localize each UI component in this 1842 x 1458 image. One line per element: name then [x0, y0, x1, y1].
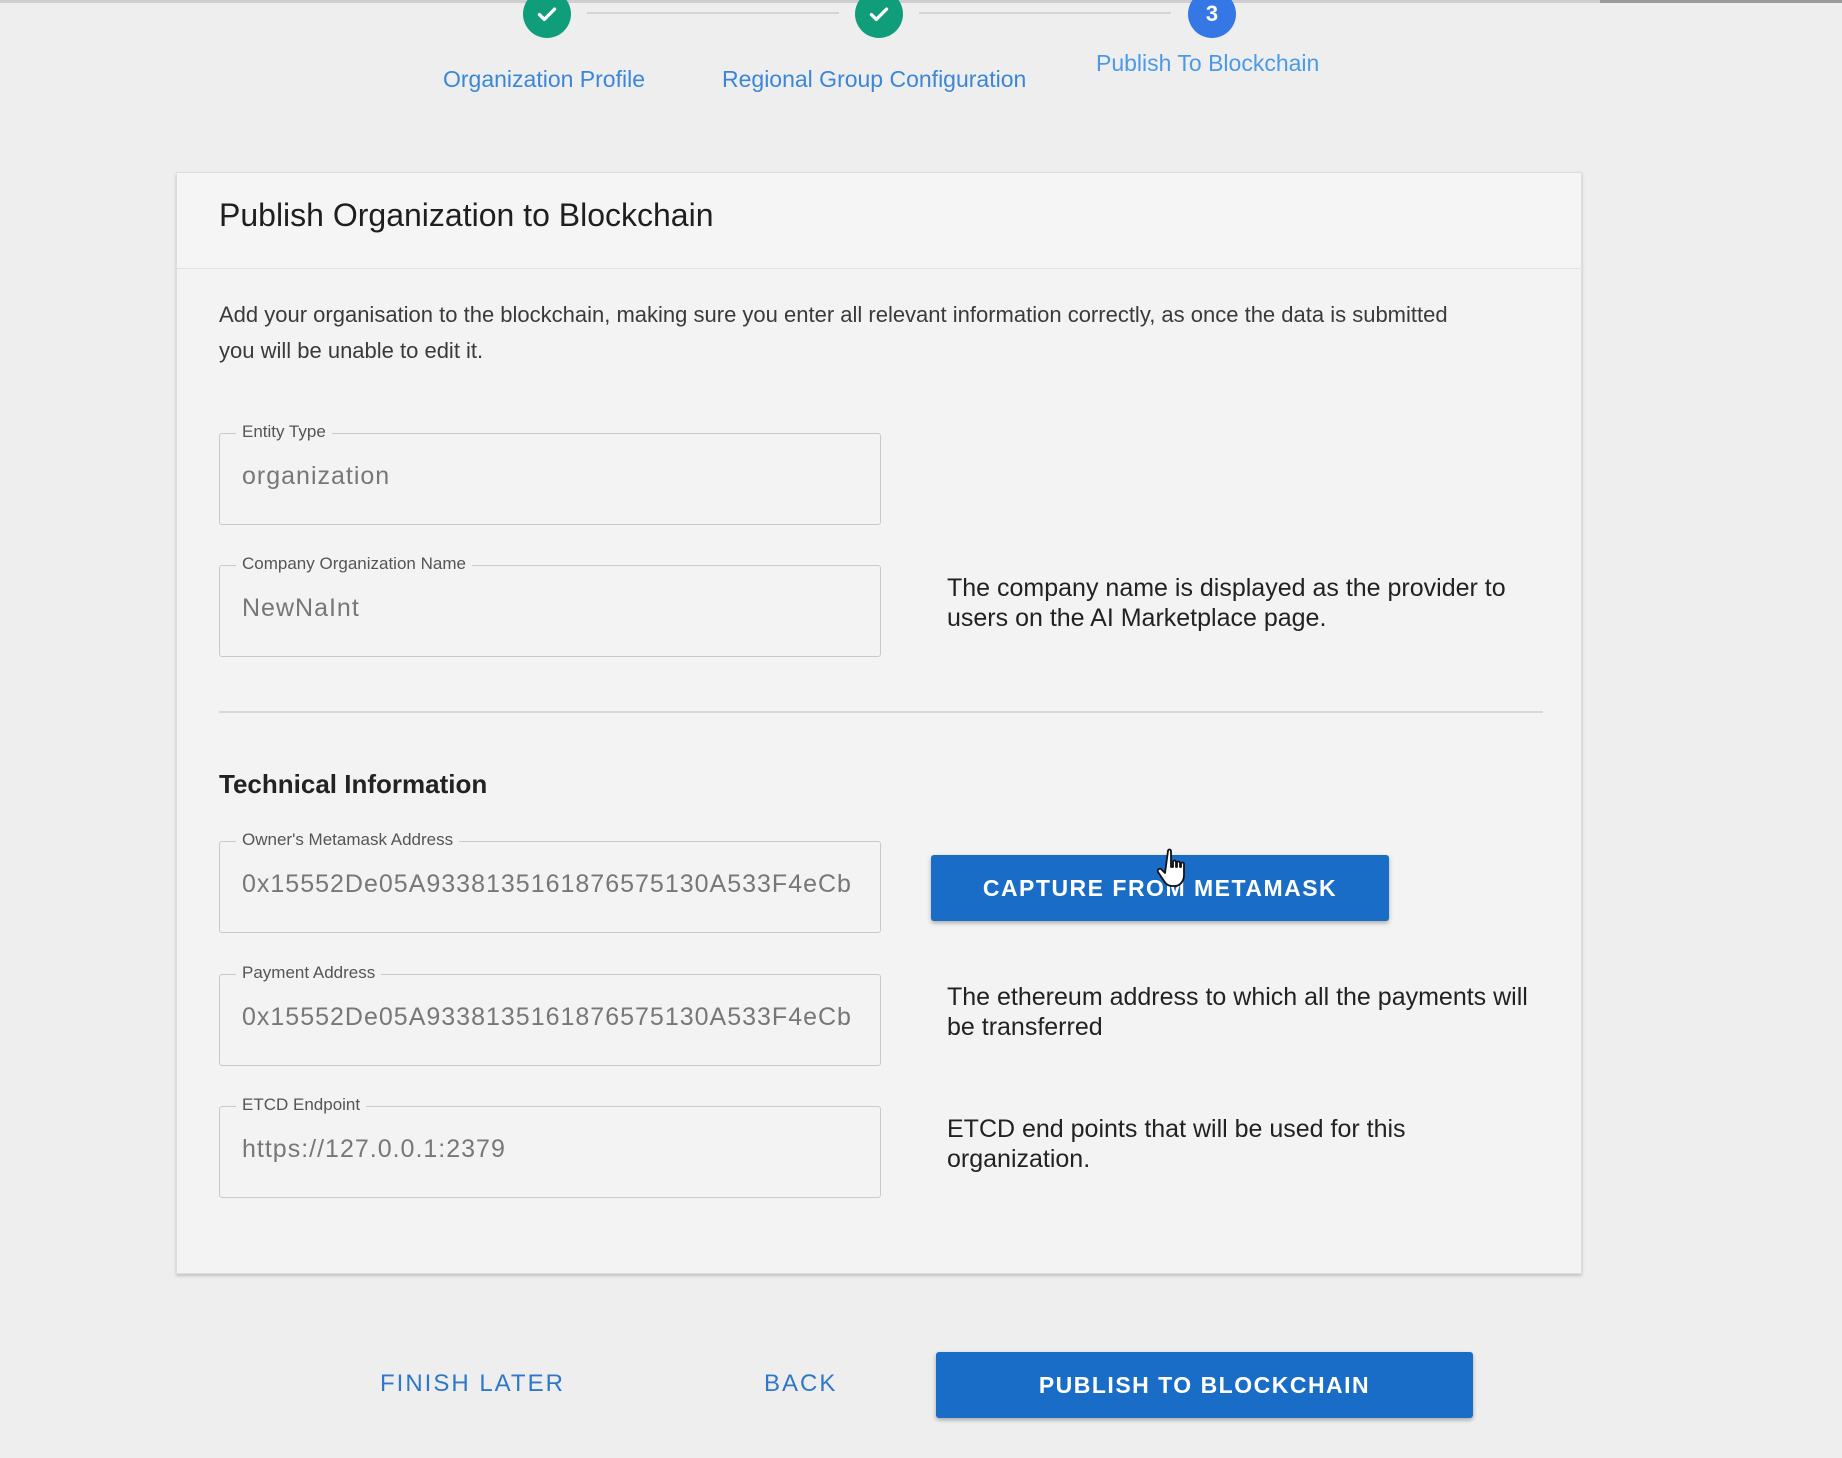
card-description: Add your organisation to the blockchain,… [219, 302, 1448, 363]
entity-type-label: Entity Type [236, 422, 332, 442]
step-connector [919, 12, 1171, 14]
step-3-number-badge: 3 [1188, 0, 1236, 38]
back-button[interactable]: BACK [764, 1370, 837, 1398]
payment-address-label: Payment Address [236, 963, 382, 983]
hand-pointer-cursor-icon [1156, 847, 1191, 896]
card-header: Publish Organization to Blockchain [177, 173, 1581, 269]
step-connector [587, 12, 839, 14]
publish-to-blockchain-button[interactable]: PUBLISH TO BLOCKCHAIN [936, 1352, 1473, 1418]
finish-later-button[interactable]: FINISH LATER [380, 1370, 565, 1398]
publish-card: Publish Organization to Blockchain Add y… [176, 172, 1582, 1274]
step-label-regional-group-configuration[interactable]: Regional Group Configuration [722, 66, 1026, 93]
section-divider [219, 711, 1543, 713]
payment-address-input[interactable] [242, 1003, 862, 1032]
step-label-publish-to-blockchain[interactable]: Publish To Blockchain [1096, 50, 1319, 77]
card-title: Publish Organization to Blockchain [219, 197, 714, 233]
payment-address-help: The ethereum address to which all the pa… [947, 983, 1528, 1041]
step-2-complete-check-icon [855, 0, 903, 38]
owner-metamask-address-input[interactable] [242, 870, 862, 899]
step-label-organization-profile[interactable]: Organization Profile [443, 66, 645, 93]
technical-information-title: Technical Information [219, 769, 488, 799]
entity-type-input[interactable] [242, 462, 862, 491]
etcd-endpoint-label: ETCD Endpoint [236, 1095, 367, 1115]
company-name-label: Company Organization Name [236, 554, 472, 574]
owner-metamask-address-label: Owner's Metamask Address [236, 830, 460, 850]
entity-type-field[interactable]: Entity Type [219, 422, 881, 525]
owner-metamask-address-field[interactable]: Owner's Metamask Address [219, 830, 881, 933]
company-name-field[interactable]: Company Organization Name [219, 554, 881, 657]
etcd-endpoint-help: ETCD end points that will be used for th… [947, 1115, 1406, 1173]
step-1-complete-check-icon [523, 0, 571, 38]
progress-stepper: 3 Organization Profile Regional Group Co… [0, 0, 1842, 110]
company-name-help: The company name is displayed as the pro… [947, 574, 1506, 632]
payment-address-field[interactable]: Payment Address [219, 963, 881, 1066]
etcd-endpoint-input[interactable] [242, 1135, 862, 1164]
company-name-input[interactable] [242, 594, 862, 623]
etcd-endpoint-field[interactable]: ETCD Endpoint [219, 1095, 881, 1198]
